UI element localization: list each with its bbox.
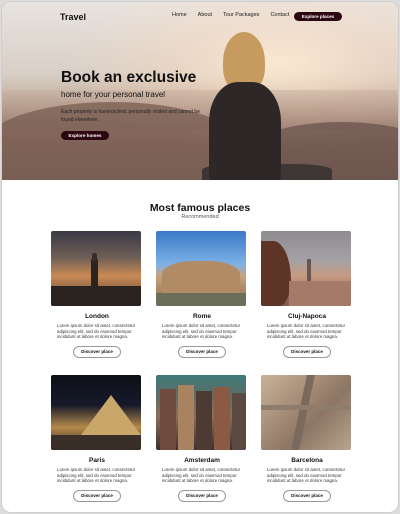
place-card-barcelona: Barcelona Lorem ipsum dolor sit amet, co… (261, 375, 353, 502)
place-card-london: London Lorem ipsum dolor sit amet, conse… (51, 231, 143, 358)
canal-house (160, 389, 176, 450)
brand-logo[interactable]: Travel (60, 12, 86, 22)
top-nav: Travel Home About Tour Packages Contact … (2, 2, 398, 32)
place-title: Paris (89, 457, 105, 464)
hero-text: Book an exclusive home for your personal… (61, 68, 221, 140)
place-card-rome: Rome Lorem ipsum dolor sit amet, consect… (156, 231, 248, 358)
nav-link-tour-packages[interactable]: Tour Packages (223, 12, 259, 18)
louvre-pyramid (81, 395, 141, 435)
section-title: Most famous places (149, 202, 251, 214)
place-title: Barcelona (291, 457, 323, 464)
place-title: Amsterdam (184, 457, 220, 464)
section-subtitle: Recommended (181, 214, 219, 220)
page: Travel Home About Tour Packages Contact … (1, 1, 399, 513)
place-card-paris: Paris Lorem ipsum dolor sit amet, consec… (51, 375, 143, 502)
rome-image[interactable] (156, 231, 246, 306)
discover-place-button[interactable]: Discover place (73, 489, 121, 502)
place-description: Lorem ipsum dolor sit amet, consectetur … (162, 323, 241, 340)
place-description: Lorem ipsum dolor sit amet, consectetur … (267, 323, 346, 340)
hero-description: Each property is hand-picked, personally… (61, 109, 200, 123)
place-description: Lorem ipsum dolor sit amet, consectetur … (57, 323, 136, 340)
ground (156, 293, 246, 306)
canal-house (178, 385, 194, 450)
nav-link-about[interactable]: About (198, 12, 212, 18)
london-image[interactable] (51, 231, 141, 306)
discover-place-button[interactable]: Discover place (283, 345, 331, 358)
nav-link-contact[interactable]: Contact (270, 12, 289, 18)
nav-links: Home About Tour Packages Contact (172, 12, 289, 18)
hero-subtitle: home for your personal travel (61, 90, 166, 99)
hero-title: Book an exclusive (61, 69, 197, 86)
explore-homes-button[interactable]: Explore homes (61, 131, 109, 140)
cluj-napoca-image[interactable] (261, 231, 351, 306)
place-description: Lorem ipsum dolor sit amet, consectetur … (57, 467, 136, 484)
paris-image[interactable] (51, 375, 141, 450)
hero-section: Travel Home About Tour Packages Contact … (2, 2, 398, 180)
discover-place-button[interactable]: Discover place (178, 489, 226, 502)
colosseum (162, 261, 240, 295)
explore-places-button[interactable]: Explore places (294, 12, 342, 21)
place-title: Rome (192, 313, 212, 320)
canal-house (196, 391, 212, 450)
place-card-amsterdam: Amsterdam Lorem ipsum dolor sit amet, co… (156, 375, 248, 502)
discover-place-button[interactable]: Discover place (73, 345, 121, 358)
canal-house (232, 393, 246, 450)
rooftops (289, 281, 351, 306)
barcelona-image[interactable] (261, 375, 351, 450)
place-title: Cluj-Napoca (288, 313, 326, 320)
avenue (261, 405, 351, 410)
avenue (291, 375, 315, 450)
big-ben-top (92, 253, 97, 261)
plaza (51, 435, 141, 450)
canal-house (214, 387, 230, 450)
place-description: Lorem ipsum dolor sit amet, consectetur … (162, 467, 241, 484)
city-silhouette (51, 286, 141, 306)
discover-place-button[interactable]: Discover place (178, 345, 226, 358)
foliage (261, 241, 291, 306)
place-description: Lorem ipsum dolor sit amet, consectetur … (267, 467, 346, 484)
nav-link-home[interactable]: Home (172, 12, 187, 18)
amsterdam-image[interactable] (156, 375, 246, 450)
place-title: London (85, 313, 109, 320)
place-card-cluj-napoca: Cluj-Napoca Lorem ipsum dolor sit amet, … (261, 231, 353, 358)
discover-place-button[interactable]: Discover place (283, 489, 331, 502)
